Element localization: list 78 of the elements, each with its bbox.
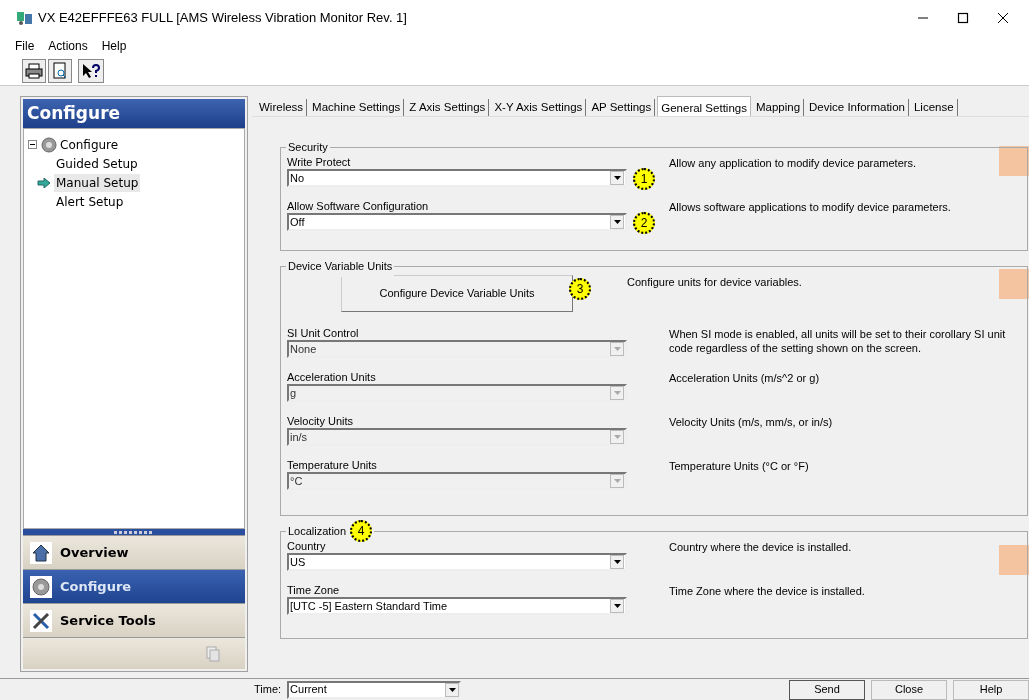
tab[interactable]: Mapping (752, 99, 805, 116)
field-label: Temperature Units (287, 459, 378, 472)
menu-item[interactable]: Actions (48, 37, 88, 55)
callout-badge: 1 (633, 168, 655, 190)
field-description: Temperature Units (°C or °F) (669, 459, 810, 473)
dropdown[interactable]: No (287, 169, 627, 187)
arrow-icon (37, 177, 51, 188)
group-title: Security (288, 139, 328, 155)
tab[interactable]: Z Axis Settings (406, 99, 490, 116)
menu-item[interactable]: File (15, 37, 35, 55)
field-label: Allow Software Configuration (287, 200, 430, 213)
tree-item[interactable]: Alert Setup (54, 192, 126, 211)
dropdown[interactable]: US (287, 553, 627, 571)
footer-button[interactable]: Help (953, 679, 1029, 700)
dropdown[interactable]: [UTC -5] Eastern Standard Time (287, 597, 627, 615)
caret-icon (610, 171, 624, 185)
help-pointer-icon[interactable] (78, 58, 104, 83)
caret-icon (445, 682, 460, 697)
collapse-icon[interactable] (28, 140, 37, 149)
group-title: Localization (288, 523, 347, 539)
callout-badge: 3 (569, 278, 591, 300)
annotation-marker (999, 545, 1029, 575)
tab[interactable]: Wireless (256, 99, 308, 116)
footer-button[interactable]: Send (789, 679, 865, 700)
field-label: Acceleration Units (287, 371, 377, 384)
nav-button[interactable]: Service Tools (23, 603, 245, 637)
caret-icon (610, 474, 624, 488)
footer-button[interactable]: Close (871, 679, 947, 700)
field-description: Allow any application to modify device parameters. (669, 156, 917, 170)
menu-item[interactable]: Help (101, 37, 127, 55)
nav-button[interactable]: Overview (23, 535, 245, 569)
print-icon[interactable] (22, 58, 46, 83)
caret-icon (610, 342, 624, 356)
tab[interactable]: License (910, 99, 958, 116)
tab[interactable]: AP Settings (588, 99, 656, 116)
nav-button[interactable]: Configure (23, 569, 245, 603)
caret-icon (610, 386, 624, 400)
tab[interactable]: X-Y Axis Settings (491, 99, 587, 116)
dropdown[interactable]: Off (287, 213, 627, 231)
caret-icon (610, 555, 624, 569)
tree-item[interactable]: Manual Setup (54, 173, 141, 192)
field-description: Configure units for device variables. (627, 275, 803, 289)
group-title: Device Variable Units (288, 258, 393, 274)
field-label: Velocity Units (287, 415, 355, 428)
field-label: Time Zone (287, 584, 341, 597)
tab[interactable]: Device Information (806, 99, 909, 116)
field-label: SI Unit Control (287, 327, 360, 340)
panel-header: Configure (23, 99, 245, 128)
print-preview-icon[interactable] (48, 58, 72, 83)
tree-item[interactable]: Guided Setup (54, 154, 140, 173)
field-description: Velocity Units (m/s, mm/s, or in/s) (669, 415, 834, 429)
tools-icon (30, 609, 52, 632)
time-dropdown[interactable]: Current (287, 680, 462, 699)
tab[interactable]: General Settings (657, 96, 751, 116)
callout-badge: 4 (350, 520, 373, 542)
field-description: Acceleration Units (m/s^2 or g) (669, 371, 821, 385)
maximize-icon[interactable] (957, 12, 969, 24)
field-description: Time Zone where the device is installed. (669, 584, 866, 598)
caret-icon (610, 430, 624, 444)
field-label: Country (287, 540, 327, 553)
caret-icon (610, 599, 624, 613)
field-label: Write Protect (287, 156, 352, 169)
callout-badge: 2 (633, 212, 655, 234)
annotation-marker (999, 269, 1029, 299)
splitter-handle[interactable] (23, 529, 245, 535)
house-icon (30, 541, 52, 564)
caret-icon (610, 215, 624, 229)
app-icon (16, 10, 34, 26)
window-title: VX E42EFFFE63 FULL [AMS Wireless Vibration Monitor Rev. 1] (38, 9, 407, 28)
configure-button[interactable]: Configure Device Variable Units (341, 275, 573, 312)
tree-item[interactable]: Configure (60, 135, 119, 154)
tab[interactable]: Machine Settings (309, 99, 405, 116)
field-description: When SI mode is enabled, all units will be set to their corollary SI unit code regardless of the setting shown on the screen. (669, 327, 1007, 355)
field-description: Allows software applications to modify device parameters. (669, 200, 952, 214)
annotation-marker (999, 146, 1029, 176)
time-label: Time: (254, 682, 282, 698)
field-description: Country where the device is installed. (669, 540, 853, 554)
close-icon[interactable] (997, 12, 1009, 24)
